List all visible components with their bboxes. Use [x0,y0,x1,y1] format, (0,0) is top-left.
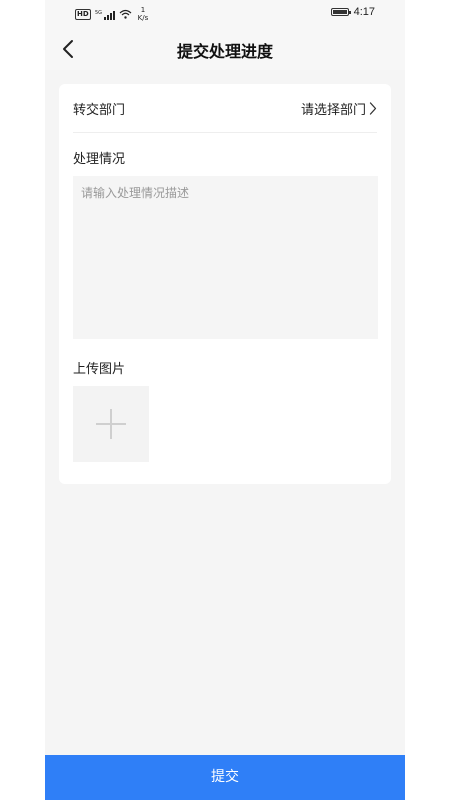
form-card: 转交部门 请选择部门 处理情况 上传图片 [59,84,391,484]
battery-icon [330,8,351,16]
department-placeholder: 请选择部门 [300,103,366,118]
chevron-right-icon [369,102,377,115]
signal-icon: 5G [95,10,115,20]
network-type: 5G [95,10,102,16]
right-margin [405,0,450,800]
hd-badge: HD [75,8,91,20]
speed-unit: K/s [137,14,149,22]
department-selector[interactable]: 转交部门 请选择部门 [73,84,377,133]
status-right: 4:17 [330,6,375,18]
nav-bar: 提交处理进度 [45,28,405,70]
clock: 4:17 [353,6,375,18]
upload-image-button[interactable] [73,386,149,462]
wifi-icon [119,9,132,19]
page-title: 提交处理进度 [176,42,273,61]
network-speed: 1 K/s [138,6,149,22]
plus-icon [96,409,126,439]
app-screen: HD 5G 1 K/s 4:17 提交处理进度 转交部门 请选择部门 处理情况 … [0,0,450,800]
submit-button[interactable]: 提交 [45,755,405,800]
department-value: 请选择部门 [301,99,377,118]
speed-value: 1 [140,6,146,14]
description-label: 处理情况 [73,152,126,167]
status-bar: HD 5G 1 K/s 4:17 [45,0,405,28]
status-left: HD 5G 1 K/s [75,6,148,22]
upload-label: 上传图片 [73,362,126,377]
left-margin [0,0,45,800]
description-textarea[interactable] [73,176,378,339]
department-label: 转交部门 [73,103,126,118]
